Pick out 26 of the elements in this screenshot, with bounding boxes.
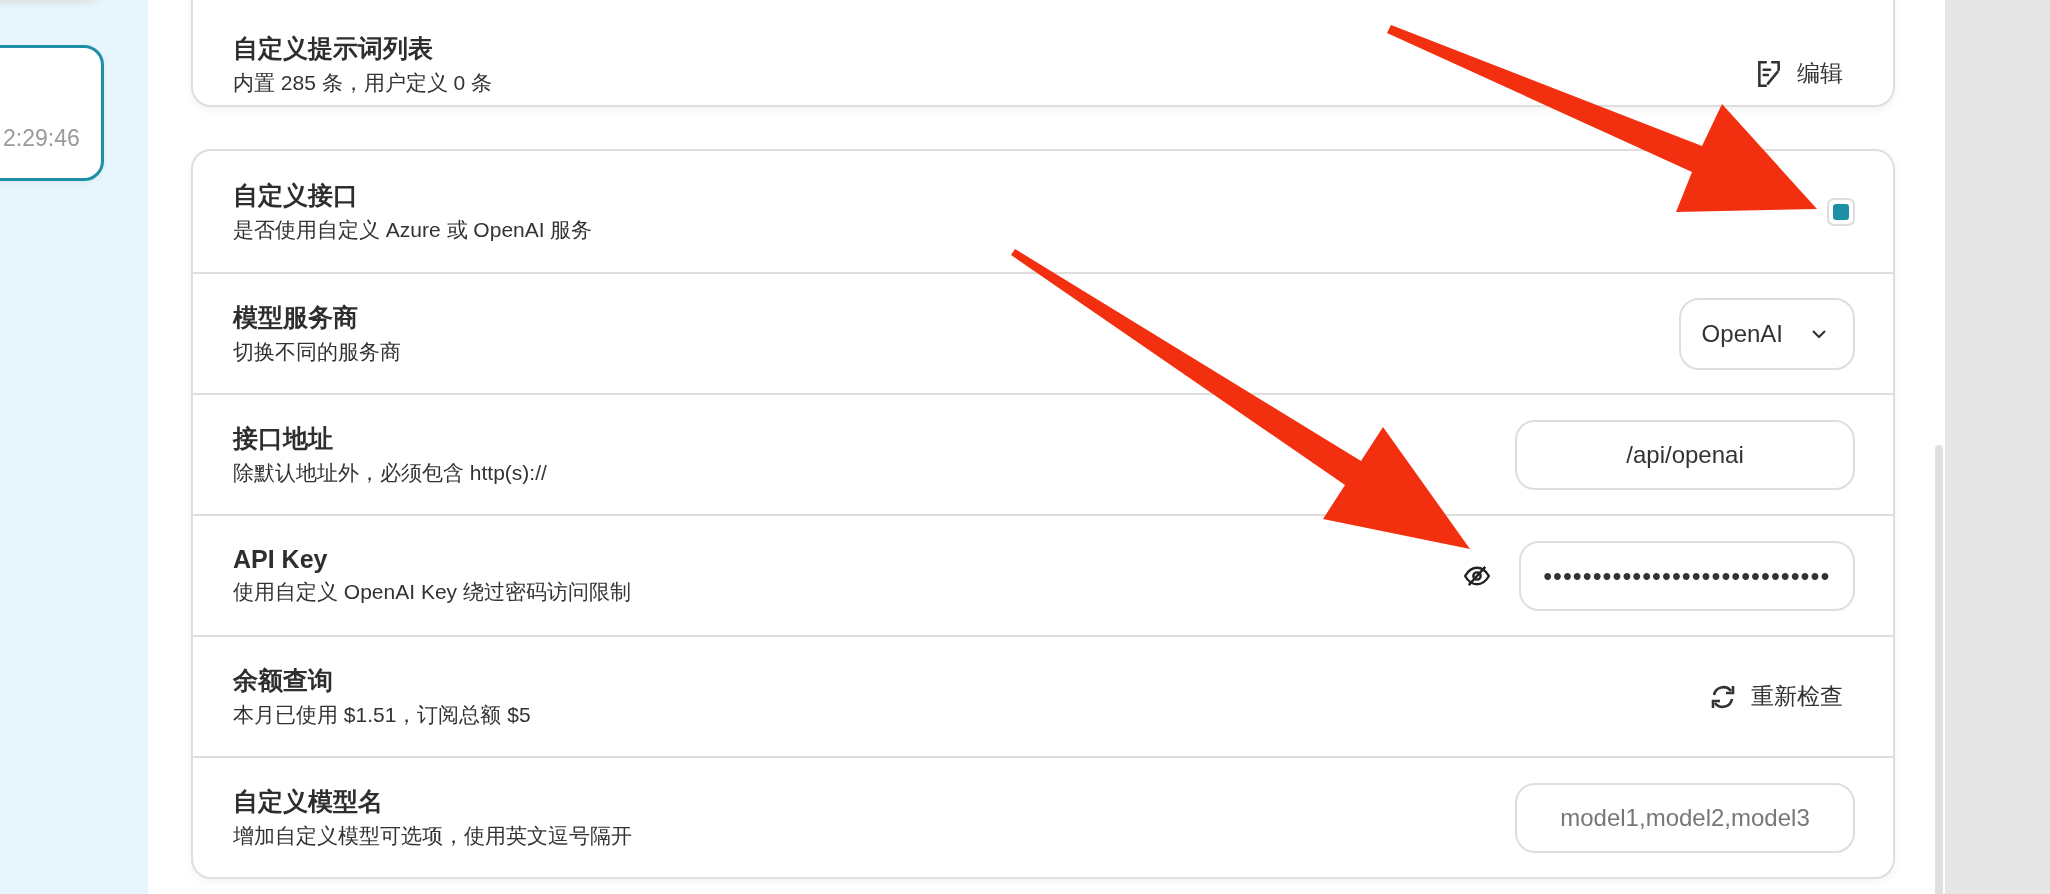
- setting-title: 接口地址: [233, 423, 334, 454]
- setting-description: 增加自定义模型可选项，使用英文逗号隔开: [233, 823, 632, 849]
- setting-description: 使用自定义 OpenAI Key 绕过密码访问限制: [233, 579, 631, 605]
- edit-icon: [1755, 58, 1783, 89]
- text-input[interactable]: model1,model2,model3: [1515, 782, 1855, 853]
- setting-description: 除默认地址外，必须包含 http(s)://: [233, 460, 547, 486]
- setting-title: API Key: [233, 545, 329, 574]
- text-input[interactable]: /api/openai: [1515, 419, 1855, 490]
- scrollbar-thumb[interactable]: [1935, 445, 1943, 894]
- setting-title: 自定义模型名: [233, 786, 384, 817]
- session-time: 2:29:46: [3, 125, 80, 152]
- eye-off-icon[interactable]: [1463, 564, 1491, 587]
- setting-title: 自定义提示词列表: [233, 33, 434, 64]
- setting-description: 本月已使用 $1.51，订阅总额 $5: [233, 702, 531, 728]
- setting-description: 切换不同的服务商: [233, 339, 401, 365]
- setting-title: 余额查询: [233, 665, 334, 696]
- chevron-down-icon: [1811, 328, 1827, 339]
- setting-description: 是否使用自定义 Azure 或 OpenAI 服务: [233, 217, 593, 243]
- edit-button[interactable]: 编辑: [1743, 50, 1855, 97]
- setting-title: 模型服务商: [233, 302, 359, 333]
- api-key-input[interactable]: •••••••••••••••••••••••••••••: [1519, 540, 1855, 611]
- provider-select[interactable]: OpenAI: [1678, 297, 1855, 370]
- checkbox[interactable]: [1827, 197, 1855, 226]
- setting-description: 内置 285 条，用户定义 0 条: [233, 70, 493, 96]
- refresh-button[interactable]: 重新检查: [1697, 673, 1855, 720]
- setting-title: 自定义接口: [233, 180, 359, 211]
